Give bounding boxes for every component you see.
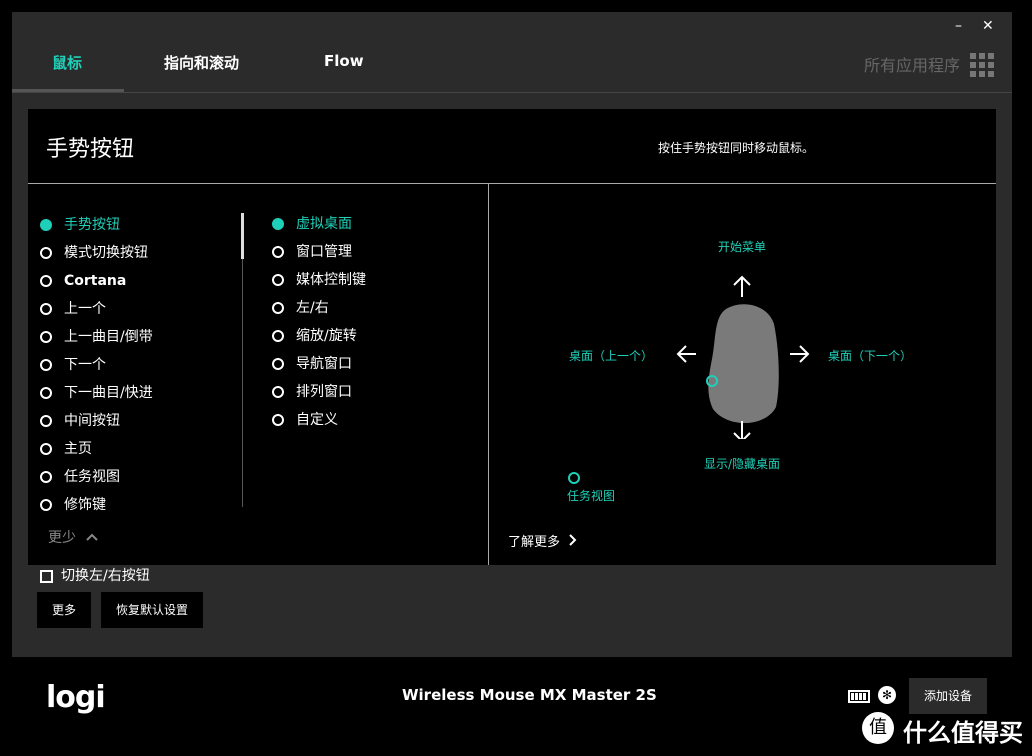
tab-mouse[interactable]: 鼠标	[52, 52, 82, 73]
list-item[interactable]: 中间按钮	[40, 407, 240, 435]
list-item[interactable]: 下一个	[40, 351, 240, 379]
tab-point-scroll[interactable]: 指向和滚动	[164, 52, 239, 73]
list-item[interactable]: 手势按钮	[40, 211, 240, 239]
learn-more-link[interactable]: 了解更多	[508, 531, 578, 550]
panel-header-divider	[28, 183, 996, 184]
radio-icon	[272, 246, 284, 258]
panel-column-divider	[488, 183, 489, 565]
more-button[interactable]: 更多	[37, 592, 91, 628]
radio-icon	[272, 358, 284, 370]
swap-buttons-checkbox[interactable]: 切换左/右按钮	[40, 565, 150, 585]
add-device-button[interactable]: 添加设备	[909, 678, 987, 714]
watermark-icon: 值	[862, 712, 894, 744]
radio-icon	[40, 303, 52, 315]
gesture-left-label: 桌面（上一个）	[569, 349, 654, 363]
list-item[interactable]: 上一曲目/倒带	[40, 323, 240, 351]
list-item[interactable]: 上一个	[40, 295, 240, 323]
radio-icon	[40, 247, 52, 259]
list-item[interactable]: 左/右	[272, 294, 452, 322]
radio-icon	[272, 218, 284, 230]
button-action-list: 手势按钮 模式切换按钮 Cortana 上一个 上一曲目/倒带 下一个 下一曲目…	[40, 211, 240, 511]
gesture-action-list: 虚拟桌面 窗口管理 媒体控制键 左/右 缩放/旋转 导航窗口 排列窗口 自定义	[272, 210, 452, 434]
radio-icon	[40, 359, 52, 371]
all-applications-label[interactable]: 所有应用程序	[864, 52, 960, 76]
radio-icon	[40, 499, 52, 511]
list-item[interactable]: 虚拟桌面	[272, 210, 452, 238]
click-hotspot-icon[interactable]	[567, 471, 581, 485]
gesture-button-panel: 手势按钮 按住手势按钮同时移动鼠标。 手势按钮 模式切换按钮 Cortana 上…	[28, 109, 996, 565]
app-grid-icon[interactable]	[970, 53, 994, 77]
radio-icon	[40, 331, 52, 343]
show-less-toggle[interactable]: 更少	[48, 527, 99, 547]
radio-icon	[272, 414, 284, 426]
list-item[interactable]: 模式切换按钮	[40, 239, 240, 267]
radio-icon	[272, 302, 284, 314]
gesture-up-label: 开始菜单	[718, 240, 767, 254]
restore-defaults-button[interactable]: 恢复默认设置	[101, 592, 203, 628]
radio-icon	[272, 386, 284, 398]
list-item[interactable]: 导航窗口	[272, 350, 452, 378]
device-name: Wireless Mouse MX Master 2S	[402, 686, 657, 704]
tab-flow[interactable]: Flow	[324, 52, 364, 70]
arrow-up-icon	[733, 275, 751, 297]
gesture-click-label: 任务视图	[567, 489, 616, 503]
mouse-body	[708, 304, 779, 424]
list-item[interactable]: Cortana	[40, 267, 240, 295]
list-item[interactable]: 下一曲目/快进	[40, 379, 240, 407]
unifying-receiver-icon: ✻	[878, 686, 896, 704]
arrow-left-icon	[676, 345, 696, 363]
gesture-right-label: 桌面（下一个）	[828, 349, 913, 363]
list-item[interactable]: 排列窗口	[272, 378, 452, 406]
minimize-button[interactable]: –	[955, 18, 962, 34]
close-button[interactable]: ✕	[982, 18, 994, 34]
list-item[interactable]: 自定义	[272, 406, 452, 434]
checkbox-icon	[40, 569, 53, 583]
arrow-right-icon	[790, 345, 810, 363]
list-item[interactable]: 缩放/旋转	[272, 322, 452, 350]
list-item[interactable]: 修饰键	[40, 491, 240, 511]
logi-logo: logi	[46, 680, 106, 715]
battery-icon	[848, 690, 870, 703]
panel-hint: 按住手势按钮同时移动鼠标。	[658, 141, 815, 155]
watermark-text: 什么值得买	[903, 719, 1023, 747]
radio-icon	[40, 471, 52, 483]
gesture-button-hotspot-icon[interactable]	[705, 374, 719, 388]
radio-icon	[40, 387, 52, 399]
chevron-right-icon	[569, 534, 577, 546]
panel-title: 手势按钮	[46, 137, 135, 162]
radio-icon	[40, 219, 52, 231]
list-item[interactable]: 任务视图	[40, 463, 240, 491]
chevron-up-icon	[86, 533, 99, 541]
arrow-down-icon	[733, 421, 751, 439]
radio-icon	[40, 275, 52, 287]
list-scroll-thumb[interactable]	[241, 213, 244, 259]
tabs-divider	[12, 92, 1012, 93]
radio-icon	[272, 274, 284, 286]
gesture-down-label: 显示/隐藏桌面	[704, 457, 781, 471]
radio-icon	[40, 443, 52, 455]
radio-icon	[40, 415, 52, 427]
list-item[interactable]: 主页	[40, 435, 240, 463]
list-item[interactable]: 媒体控制键	[272, 266, 452, 294]
list-item[interactable]: 窗口管理	[272, 238, 452, 266]
options-window: – ✕ 鼠标 指向和滚动 Flow 所有应用程序 手势按钮 按住手势按钮同时移动…	[12, 12, 1012, 657]
radio-icon	[272, 330, 284, 342]
